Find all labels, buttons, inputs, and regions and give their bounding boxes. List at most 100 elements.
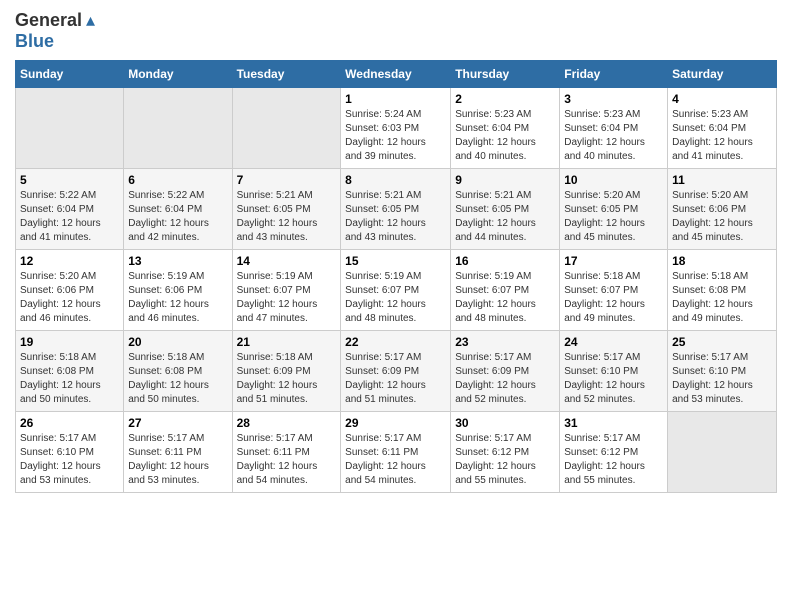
day-number: 26 — [20, 416, 119, 430]
day-cell: 22 Sunrise: 5:17 AM Sunset: 6:09 PM Dayli… — [341, 331, 451, 412]
day-number: 21 — [237, 335, 337, 349]
day-info: Sunrise: 5:18 AM Sunset: 6:09 PM Dayligh… — [237, 351, 337, 407]
header: General ▴ Blue — [15, 10, 777, 52]
day-cell: 5 Sunrise: 5:22 AM Sunset: 6:04 PM Daylig… — [16, 169, 124, 250]
col-header-sunday: Sunday — [16, 61, 124, 88]
day-info: Sunrise: 5:21 AM Sunset: 6:05 PM Dayligh… — [455, 189, 555, 245]
day-info: Sunrise: 5:18 AM Sunset: 6:08 PM Dayligh… — [128, 351, 227, 407]
day-info: Sunrise: 5:20 AM Sunset: 6:05 PM Dayligh… — [564, 189, 663, 245]
day-cell: 7 Sunrise: 5:21 AM Sunset: 6:05 PM Daylig… — [232, 169, 341, 250]
day-number: 3 — [564, 92, 663, 106]
day-number: 29 — [345, 416, 446, 430]
day-info: Sunrise: 5:17 AM Sunset: 6:12 PM Dayligh… — [564, 432, 663, 488]
day-number: 15 — [345, 254, 446, 268]
day-info: Sunrise: 5:19 AM Sunset: 6:06 PM Dayligh… — [128, 270, 227, 326]
day-number: 9 — [455, 173, 555, 187]
day-info: Sunrise: 5:17 AM Sunset: 6:12 PM Dayligh… — [455, 432, 555, 488]
day-info: Sunrise: 5:17 AM Sunset: 6:09 PM Dayligh… — [455, 351, 555, 407]
day-number: 5 — [20, 173, 119, 187]
day-cell: 12Sunrise: 5:20 AM Sunset: 6:06 PM Dayli… — [16, 250, 124, 331]
day-number: 17 — [564, 254, 663, 268]
header-row: SundayMondayTuesdayWednesdayThursdayFrid… — [16, 61, 777, 88]
day-cell: 26 Sunrise: 5:17 AM Sunset: 6:10 PM Dayli… — [16, 412, 124, 493]
day-info: Sunrise: 5:22 AM Sunset: 6:04 PM Dayligh… — [20, 189, 119, 245]
col-header-wednesday: Wednesday — [341, 61, 451, 88]
week-row-1: 1 Sunrise: 5:24 AM Sunset: 6:03 PM Daylig… — [16, 88, 777, 169]
day-number: 18 — [672, 254, 772, 268]
day-cell: 4 Sunrise: 5:23 AM Sunset: 6:04 PM Daylig… — [668, 88, 777, 169]
day-info: Sunrise: 5:19 AM Sunset: 6:07 PM Dayligh… — [455, 270, 555, 326]
day-info: Sunrise: 5:24 AM Sunset: 6:03 PM Dayligh… — [345, 108, 446, 164]
day-cell: 23Sunrise: 5:17 AM Sunset: 6:09 PM Dayli… — [451, 331, 560, 412]
logo: General ▴ Blue — [15, 10, 95, 52]
day-cell: 11 Sunrise: 5:20 AM Sunset: 6:06 PM Dayli… — [668, 169, 777, 250]
day-info: Sunrise: 5:18 AM Sunset: 6:08 PM Dayligh… — [20, 351, 119, 407]
day-info: Sunrise: 5:20 AM Sunset: 6:06 PM Dayligh… — [672, 189, 772, 245]
week-row-3: 12Sunrise: 5:20 AM Sunset: 6:06 PM Dayli… — [16, 250, 777, 331]
day-number: 28 — [237, 416, 337, 430]
day-cell: 21 Sunrise: 5:18 AM Sunset: 6:09 PM Dayli… — [232, 331, 341, 412]
day-cell: 31 Sunrise: 5:17 AM Sunset: 6:12 PM Dayli… — [560, 412, 668, 493]
day-number: 22 — [345, 335, 446, 349]
col-header-tuesday: Tuesday — [232, 61, 341, 88]
week-row-4: 19 Sunrise: 5:18 AM Sunset: 6:08 PM Dayli… — [16, 331, 777, 412]
day-number: 19 — [20, 335, 119, 349]
day-cell: 14 Sunrise: 5:19 AM Sunset: 6:07 PM Dayli… — [232, 250, 341, 331]
day-cell — [668, 412, 777, 493]
day-cell: 2Sunrise: 5:23 AM Sunset: 6:04 PM Daylig… — [451, 88, 560, 169]
day-number: 25 — [672, 335, 772, 349]
day-info: Sunrise: 5:19 AM Sunset: 6:07 PM Dayligh… — [345, 270, 446, 326]
col-header-saturday: Saturday — [668, 61, 777, 88]
day-number: 6 — [128, 173, 227, 187]
day-info: Sunrise: 5:18 AM Sunset: 6:07 PM Dayligh… — [564, 270, 663, 326]
day-info: Sunrise: 5:23 AM Sunset: 6:04 PM Dayligh… — [564, 108, 663, 164]
day-cell: 24 Sunrise: 5:17 AM Sunset: 6:10 PM Dayli… — [560, 331, 668, 412]
day-number: 4 — [672, 92, 772, 106]
week-row-2: 5 Sunrise: 5:22 AM Sunset: 6:04 PM Daylig… — [16, 169, 777, 250]
day-info: Sunrise: 5:20 AM Sunset: 6:06 PM Dayligh… — [20, 270, 119, 326]
logo-general-text: General — [15, 10, 82, 31]
day-info: Sunrise: 5:17 AM Sunset: 6:10 PM Dayligh… — [564, 351, 663, 407]
day-cell: 19 Sunrise: 5:18 AM Sunset: 6:08 PM Dayli… — [16, 331, 124, 412]
day-cell — [16, 88, 124, 169]
day-cell: 28 Sunrise: 5:17 AM Sunset: 6:11 PM Dayli… — [232, 412, 341, 493]
day-number: 24 — [564, 335, 663, 349]
day-number: 31 — [564, 416, 663, 430]
day-info: Sunrise: 5:22 AM Sunset: 6:04 PM Dayligh… — [128, 189, 227, 245]
week-row-5: 26 Sunrise: 5:17 AM Sunset: 6:10 PM Dayli… — [16, 412, 777, 493]
day-cell: 30 Sunrise: 5:17 AM Sunset: 6:12 PM Dayli… — [451, 412, 560, 493]
day-info: Sunrise: 5:17 AM Sunset: 6:11 PM Dayligh… — [128, 432, 227, 488]
day-info: Sunrise: 5:17 AM Sunset: 6:09 PM Dayligh… — [345, 351, 446, 407]
day-number: 20 — [128, 335, 227, 349]
day-cell: 27 Sunrise: 5:17 AM Sunset: 6:11 PM Dayli… — [124, 412, 232, 493]
day-info: Sunrise: 5:17 AM Sunset: 6:11 PM Dayligh… — [237, 432, 337, 488]
day-cell: 20 Sunrise: 5:18 AM Sunset: 6:08 PM Dayli… — [124, 331, 232, 412]
day-number: 1 — [345, 92, 446, 106]
day-info: Sunrise: 5:17 AM Sunset: 6:10 PM Dayligh… — [20, 432, 119, 488]
day-cell: 16 Sunrise: 5:19 AM Sunset: 6:07 PM Dayli… — [451, 250, 560, 331]
day-cell: 18Sunrise: 5:18 AM Sunset: 6:08 PM Dayli… — [668, 250, 777, 331]
day-cell: 15 Sunrise: 5:19 AM Sunset: 6:07 PM Dayli… — [341, 250, 451, 331]
day-info: Sunrise: 5:19 AM Sunset: 6:07 PM Dayligh… — [237, 270, 337, 326]
day-number: 10 — [564, 173, 663, 187]
day-cell: 13 Sunrise: 5:19 AM Sunset: 6:06 PM Dayli… — [124, 250, 232, 331]
day-cell: 9 Sunrise: 5:21 AM Sunset: 6:05 PM Daylig… — [451, 169, 560, 250]
day-number: 16 — [455, 254, 555, 268]
day-number: 30 — [455, 416, 555, 430]
day-info: Sunrise: 5:21 AM Sunset: 6:05 PM Dayligh… — [237, 189, 337, 245]
day-number: 13 — [128, 254, 227, 268]
calendar-table: SundayMondayTuesdayWednesdayThursdayFrid… — [15, 60, 777, 493]
day-cell: 29Sunrise: 5:17 AM Sunset: 6:11 PM Dayli… — [341, 412, 451, 493]
day-cell: 3 Sunrise: 5:23 AM Sunset: 6:04 PM Daylig… — [560, 88, 668, 169]
day-cell — [232, 88, 341, 169]
col-header-friday: Friday — [560, 61, 668, 88]
day-number: 2 — [455, 92, 555, 106]
day-number: 11 — [672, 173, 772, 187]
day-number: 27 — [128, 416, 227, 430]
day-info: Sunrise: 5:23 AM Sunset: 6:04 PM Dayligh… — [672, 108, 772, 164]
day-number: 14 — [237, 254, 337, 268]
logo-blue-text: Blue — [15, 31, 54, 52]
day-cell: 10 Sunrise: 5:20 AM Sunset: 6:05 PM Dayli… — [560, 169, 668, 250]
day-info: Sunrise: 5:21 AM Sunset: 6:05 PM Dayligh… — [345, 189, 446, 245]
day-number: 7 — [237, 173, 337, 187]
